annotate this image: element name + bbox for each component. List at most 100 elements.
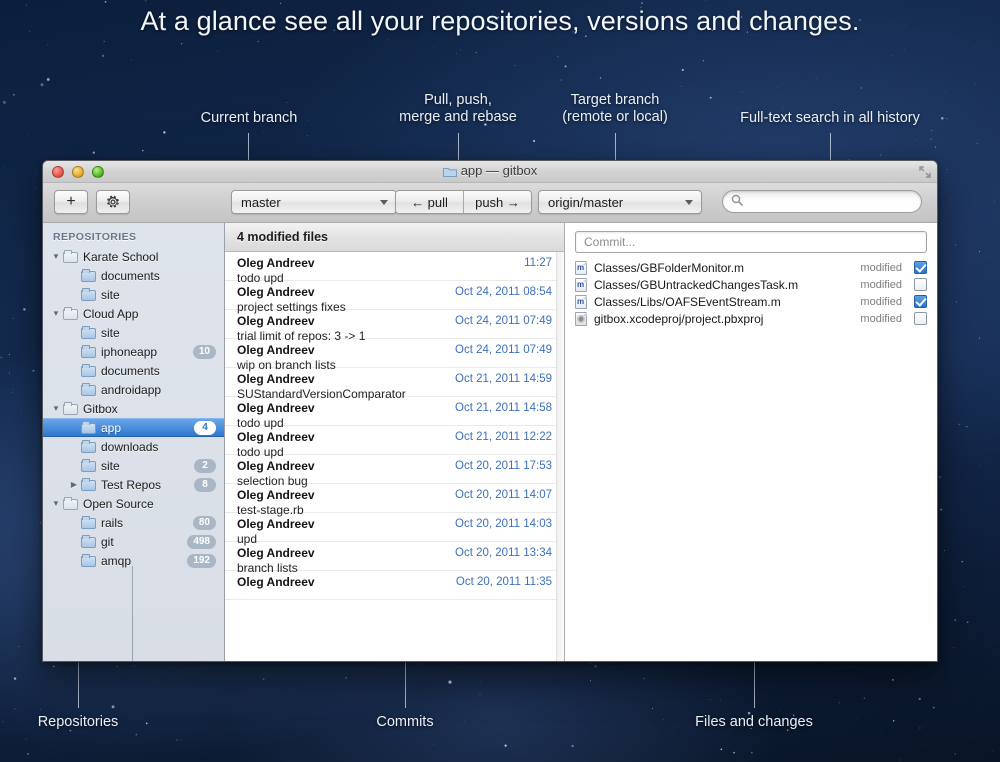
- file-stage-checkbox[interactable]: [914, 295, 927, 308]
- sidebar-item-documents[interactable]: documents: [43, 266, 224, 285]
- file-row[interactable]: gitbox.xcodeproj/project.pbxproj modified: [575, 310, 927, 327]
- sidebar-item-karate-school[interactable]: ▼ Karate School: [43, 247, 224, 266]
- toolbar: + master ← pull push → origin/master: [43, 183, 937, 223]
- window-title-text: app — gitbox: [460, 163, 538, 178]
- commit-row[interactable]: Oleg Andreev todo upd 11:27: [225, 252, 564, 285]
- commit-row[interactable]: Oleg Andreev todo upd Oct 21, 2011 12:22: [225, 426, 564, 459]
- commit-row[interactable]: Oleg Andreev test-stage.rb Oct 20, 2011 14…: [225, 484, 564, 517]
- repositories-sidebar: REPOSITORIES ▼ Karate School documents site…: [43, 223, 225, 661]
- sidebar-item-cloud-app[interactable]: ▼ Cloud App: [43, 304, 224, 323]
- sidebar-item-gitbox[interactable]: ▼ Gitbox: [43, 399, 224, 418]
- push-button[interactable]: push →: [463, 191, 531, 213]
- sidebar-item-amqp[interactable]: amqp 192: [43, 551, 224, 570]
- sidebar-item-badge: 192: [187, 553, 216, 568]
- repository-tree: ▼ Karate School documents site ▼ Cloud App sit…: [43, 247, 224, 570]
- sidebar-item-badge: 80: [192, 515, 216, 530]
- annotation-current-branch: Current branch: [200, 110, 298, 126]
- commits-scrollbar[interactable]: [556, 252, 564, 661]
- target-branch-popup[interactable]: origin/master: [538, 190, 702, 214]
- folder-icon: [81, 287, 96, 301]
- page-title: At a glance see all your repositories, v…: [140, 6, 860, 36]
- source-file-icon: m: [575, 277, 588, 292]
- sidebar-item-rails[interactable]: rails 80: [43, 513, 224, 532]
- commit-row[interactable]: Oleg Andreev trial limit of repos: 3 -> 1…: [225, 310, 564, 343]
- disclosure-triangle-open-icon[interactable]: ▼: [49, 404, 63, 413]
- folder-icon: [81, 344, 96, 358]
- commit-row[interactable]: Oleg Andreev wip on branch lists Oct 24, 2…: [225, 339, 564, 372]
- add-repository-button[interactable]: +: [54, 190, 88, 214]
- window-titlebar[interactable]: app — gitbox: [43, 161, 937, 183]
- folder-icon: [81, 325, 96, 339]
- commit-row[interactable]: Oleg Andreev todo upd Oct 21, 2011 14:58: [225, 397, 564, 430]
- folder-icon: [81, 515, 96, 529]
- sidebar-item-site[interactable]: site: [43, 323, 224, 342]
- disclosure-triangle-open-icon[interactable]: ▼: [49, 499, 63, 508]
- sidebar-item-label: documents: [101, 268, 160, 283]
- leader-line-repositories: [78, 660, 79, 708]
- search-input[interactable]: [748, 194, 908, 209]
- sidebar-item-documents[interactable]: documents: [43, 361, 224, 380]
- commit-message-field[interactable]: [575, 231, 927, 253]
- sidebar-item-downloads[interactable]: downloads: [43, 437, 224, 456]
- file-stage-checkbox[interactable]: [914, 261, 927, 274]
- commit-row[interactable]: Oleg Andreev selection bug Oct 20, 2011 17…: [225, 455, 564, 488]
- main-split-view: REPOSITORIES ▼ Karate School documents site…: [43, 223, 937, 661]
- sidebar-item-label: rails: [101, 515, 124, 530]
- commit-date: Oct 20, 2011 13:34: [455, 547, 552, 559]
- commit-row[interactable]: Oleg Andreev SUStandardVersionComparator O…: [225, 368, 564, 401]
- target-branch-value: origin/master: [548, 194, 624, 210]
- annotation-repositories: Repositories: [37, 714, 119, 730]
- search-field[interactable]: [722, 190, 922, 213]
- chevron-down-icon: [380, 200, 388, 205]
- sidebar-item-site[interactable]: site: [43, 285, 224, 304]
- commit-date: Oct 24, 2011 08:54: [455, 286, 552, 298]
- sidebar-item-androidapp[interactable]: androidapp: [43, 380, 224, 399]
- sidebar-item-git[interactable]: git 498: [43, 532, 224, 551]
- annotation-files-changes: Files and changes: [695, 714, 813, 730]
- sidebar-item-badge: 10: [192, 344, 216, 359]
- folder-icon: [81, 420, 96, 434]
- file-row[interactable]: m Classes/Libs/OAFSEventStream.m modified: [575, 293, 927, 310]
- sidebar-item-open-source[interactable]: ▼ Open Source: [43, 494, 224, 513]
- commit-row[interactable]: Oleg Andreev project settings fixes Oct 24…: [225, 281, 564, 314]
- file-row[interactable]: m Classes/GBFolderMonitor.m modified: [575, 259, 927, 276]
- file-row[interactable]: m Classes/GBUntrackedChangesTask.m modifie…: [575, 276, 927, 293]
- source-file-icon: m: [575, 260, 588, 275]
- sidebar-item-app[interactable]: app 4: [43, 418, 224, 437]
- sidebar-item-site[interactable]: site 2: [43, 456, 224, 475]
- sidebar-item-label: site: [101, 458, 120, 473]
- folder-icon: [81, 553, 96, 567]
- commit-row[interactable]: Oleg Andreev branch lists Oct 20, 2011 13:…: [225, 542, 564, 575]
- commit-row[interactable]: Oleg Andreev upd Oct 20, 2011 14:03: [225, 513, 564, 546]
- sidebar-item-test-repos[interactable]: ▶ Test Repos 8: [43, 475, 224, 494]
- file-stage-checkbox[interactable]: [914, 312, 927, 325]
- leader-line-current-branch: [248, 133, 249, 161]
- window-title: app — gitbox: [43, 163, 937, 180]
- leader-line-files-changes: [754, 660, 755, 708]
- settings-gear-button[interactable]: [96, 190, 130, 214]
- sidebar-item-badge: 8: [194, 477, 216, 492]
- folder-icon: [63, 401, 78, 415]
- resize-grip-icon[interactable]: [919, 165, 931, 178]
- folder-icon: [63, 496, 78, 510]
- commit-row[interactable]: Oleg Andreev Oct 20, 2011 11:35: [225, 571, 564, 600]
- file-stage-checkbox[interactable]: [914, 278, 927, 291]
- sidebar-item-label: Open Source: [83, 496, 154, 511]
- commit-message-input[interactable]: [584, 235, 926, 249]
- commit-date: Oct 20, 2011 14:03: [455, 518, 552, 530]
- sidebar-item-iphoneapp[interactable]: iphoneapp 10: [43, 342, 224, 361]
- disclosure-triangle-closed-icon[interactable]: ▶: [67, 480, 81, 489]
- commit-list: Oleg Andreev todo upd 11:27 Oleg Andreev pro…: [225, 252, 564, 600]
- commits-header: 4 modified files: [225, 223, 564, 252]
- annotation-target-branch: Target branch (remote or local): [562, 92, 668, 125]
- current-branch-popup[interactable]: master: [231, 190, 397, 214]
- xcodeproj-icon: [575, 311, 588, 326]
- disclosure-triangle-open-icon[interactable]: ▼: [49, 252, 63, 261]
- source-file-icon: m: [575, 294, 588, 309]
- pull-button[interactable]: ← pull: [396, 191, 463, 213]
- commit-date: Oct 24, 2011 07:49: [455, 315, 552, 327]
- sidebar-item-badge: 2: [194, 458, 216, 473]
- folder-icon: [81, 363, 96, 377]
- disclosure-triangle-open-icon[interactable]: ▼: [49, 309, 63, 318]
- sidebar-item-label: site: [101, 287, 120, 302]
